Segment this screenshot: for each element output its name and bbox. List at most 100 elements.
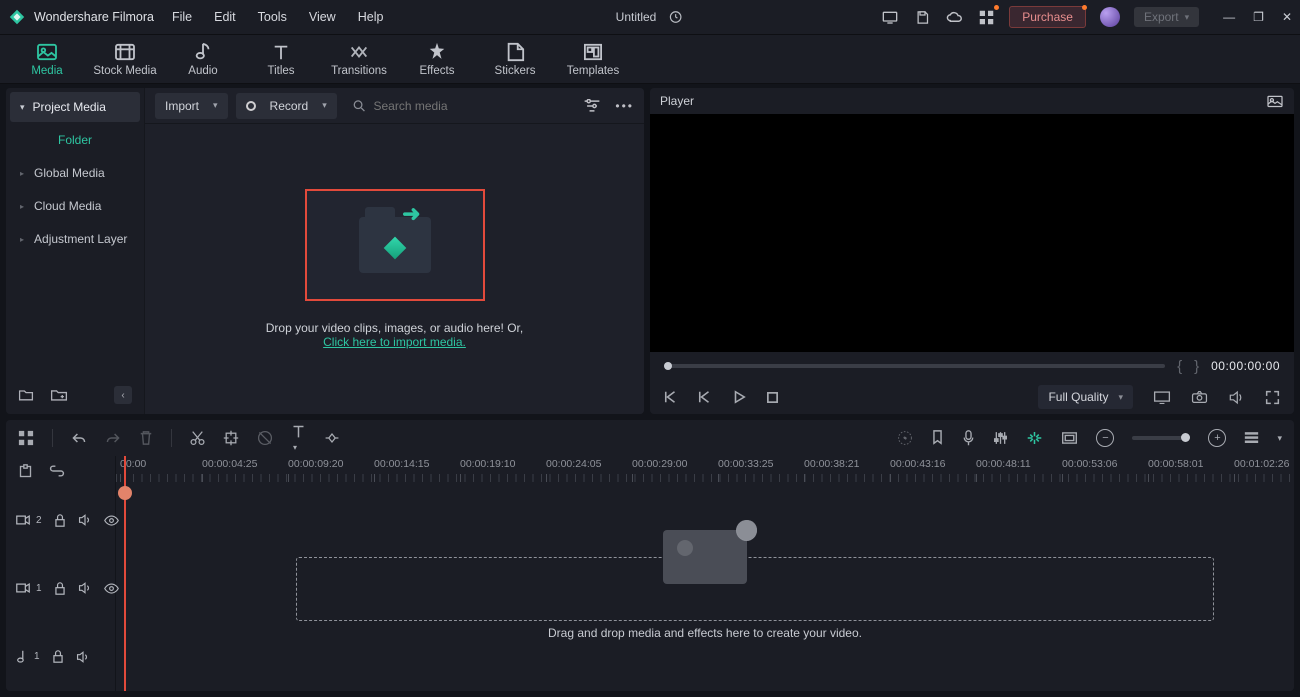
add-media-plus-icon[interactable]: + <box>736 520 757 541</box>
cloud-icon[interactable] <box>945 8 963 26</box>
save-icon[interactable] <box>913 8 931 26</box>
sidebar-folder[interactable]: Folder <box>10 125 140 155</box>
undo-icon[interactable] <box>71 431 87 445</box>
search-input[interactable] <box>373 99 575 113</box>
collapse-sidebar-icon[interactable]: ‹ <box>114 386 132 404</box>
window-close-icon[interactable]: ✕ <box>1282 10 1292 24</box>
new-folder-icon[interactable] <box>50 388 68 402</box>
lock-icon[interactable] <box>52 650 64 663</box>
apps-icon[interactable] <box>977 8 995 26</box>
user-avatar[interactable] <box>1100 7 1120 27</box>
menu-edit[interactable]: Edit <box>214 10 236 24</box>
snap-icon[interactable] <box>18 464 33 479</box>
media-icon <box>36 41 58 63</box>
tab-audio[interactable]: Audio <box>164 41 242 77</box>
import-media-link[interactable]: Click here to import media. <box>323 335 466 349</box>
window-maximize-icon[interactable]: ❐ <box>1253 10 1264 24</box>
mute-icon[interactable] <box>76 651 90 663</box>
mute-icon[interactable] <box>78 514 92 526</box>
playhead[interactable] <box>124 456 126 691</box>
menu-view[interactable]: View <box>309 10 336 24</box>
sidebar-global-media[interactable]: Global Media <box>10 158 140 188</box>
purchase-button[interactable]: Purchase <box>1009 6 1086 28</box>
export-label: Export <box>1144 10 1179 24</box>
track-header-audio-1[interactable]: 1 <box>6 623 115 691</box>
display-icon[interactable] <box>1153 390 1171 404</box>
stop-icon[interactable] <box>766 391 779 404</box>
track-header-video-1[interactable]: 1 <box>6 554 115 622</box>
main-tabs: Media Stock Media Audio Titles Transitio… <box>0 34 1300 84</box>
redo-icon[interactable] <box>105 431 121 445</box>
sidebar-cloud-media[interactable]: Cloud Media <box>10 191 140 221</box>
zoom-slider[interactable] <box>1132 436 1190 440</box>
crop-icon[interactable] <box>223 430 239 446</box>
player-seekbar[interactable] <box>664 364 1165 368</box>
tab-media[interactable]: Media <box>8 41 86 77</box>
window-minimize-icon[interactable]: — <box>1223 10 1235 24</box>
new-bin-icon[interactable] <box>18 388 34 402</box>
tab-titles[interactable]: Titles <box>242 41 320 77</box>
tab-effects[interactable]: Effects <box>398 41 476 77</box>
zoom-in-icon[interactable]: + <box>1208 429 1226 447</box>
tl-layout-icon[interactable] <box>18 430 34 446</box>
timeline-canvas[interactable]: + Drag and drop media and effects here t… <box>116 486 1294 691</box>
tab-templates[interactable]: Templates <box>554 41 632 77</box>
mixer-icon[interactable] <box>993 430 1008 446</box>
cut-icon[interactable] <box>190 430 205 446</box>
tab-stock-media[interactable]: Stock Media <box>86 41 164 77</box>
sidebar-project-media[interactable]: Project Media <box>10 92 140 122</box>
prev-frame-icon[interactable] <box>664 390 678 404</box>
marker-icon[interactable] <box>931 430 944 446</box>
app-name: Wondershare Filmora <box>34 10 154 24</box>
player-viewport[interactable] <box>650 114 1294 352</box>
volume-icon[interactable] <box>1228 390 1245 405</box>
timeline-placeholder-icon[interactable]: + <box>663 530 747 584</box>
play-icon[interactable] <box>732 390 746 404</box>
export-button[interactable]: Export▾ <box>1134 7 1199 27</box>
text-tool-icon[interactable]: ▾ <box>291 424 306 453</box>
more-icon[interactable]: ••• <box>615 99 634 113</box>
timeline-drop-target[interactable] <box>296 557 1214 621</box>
more-tl-icon[interactable]: ▾ <box>1277 433 1282 444</box>
lock-icon[interactable] <box>54 514 66 527</box>
device-icon[interactable] <box>881 8 899 26</box>
delete-icon[interactable] <box>139 430 153 446</box>
menu-tools[interactable]: Tools <box>258 10 287 24</box>
color-target-icon[interactable] <box>897 430 913 446</box>
tab-transitions[interactable]: Transitions <box>320 41 398 77</box>
camera-icon[interactable] <box>1191 390 1208 404</box>
mark-in-icon[interactable]: { <box>1177 358 1182 375</box>
filter-icon[interactable] <box>583 99 601 113</box>
keyframe-tool-icon[interactable] <box>324 431 340 445</box>
track-header-video-2[interactable]: 2 <box>6 486 115 554</box>
mask-icon[interactable] <box>257 430 273 446</box>
menu-file[interactable]: File <box>172 10 192 24</box>
sidebar-adjustment-layer[interactable]: Adjustment Layer <box>10 224 140 254</box>
snapshot-icon[interactable] <box>1266 94 1284 108</box>
auto-beat-icon[interactable] <box>1026 430 1043 446</box>
media-dropzone[interactable]: ➜ <box>305 189 485 301</box>
track-headers: 2 1 1 <box>6 486 116 691</box>
quality-select[interactable]: Full Quality▾ <box>1038 385 1133 409</box>
mic-icon[interactable] <box>962 430 975 447</box>
fullscreen-icon[interactable] <box>1265 390 1280 405</box>
transitions-icon <box>348 41 370 63</box>
zoom-out-icon[interactable]: − <box>1096 429 1114 447</box>
mark-out-icon[interactable]: } <box>1194 358 1199 375</box>
import-dropdown[interactable]: Import▾ <box>155 93 228 119</box>
track-display-icon[interactable] <box>1244 431 1259 445</box>
stickers-icon <box>505 41 525 63</box>
lock-icon[interactable] <box>54 582 66 595</box>
mute-icon[interactable] <box>78 582 92 594</box>
frame-icon[interactable] <box>1061 431 1078 445</box>
record-dropdown[interactable]: Record▾ <box>236 93 337 119</box>
tab-stickers[interactable]: Stickers <box>476 41 554 77</box>
media-toolbar: Import▾ Record▾ ••• <box>145 88 644 124</box>
link-icon[interactable] <box>49 464 65 478</box>
timeline-ruler[interactable]: 00:00 00:00:04:25 00:00:09:20 00:00:14:1… <box>116 456 1294 486</box>
menu-help[interactable]: Help <box>358 10 384 24</box>
step-back-icon[interactable] <box>698 390 712 404</box>
media-search[interactable] <box>345 99 576 113</box>
dropzone-arrow-icon: ➜ <box>402 201 420 227</box>
history-icon[interactable] <box>666 8 684 26</box>
